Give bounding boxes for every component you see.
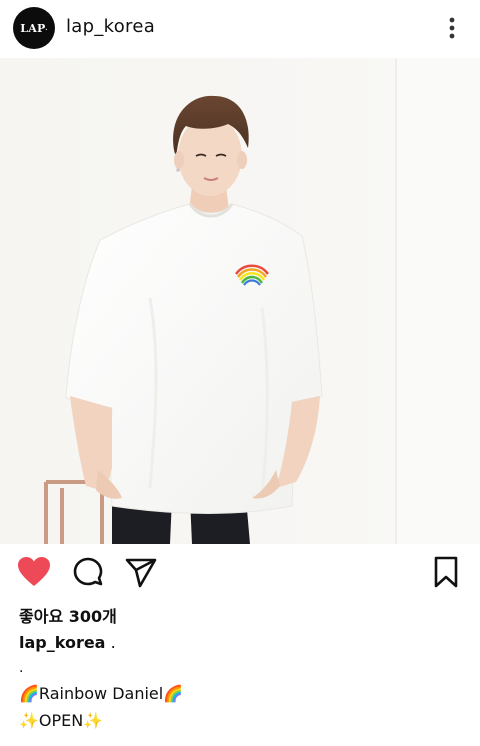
post-actions [0,544,480,600]
caption-first-line: lap_korea . [19,633,116,652]
avatar[interactable]: LAP. [13,7,55,49]
comment-icon[interactable] [72,557,104,589]
more-vertical-icon[interactable] [444,16,460,40]
heart-icon[interactable] [17,556,51,587]
caption-username[interactable]: lap_korea [19,633,105,652]
caption-line-rainbow: 🌈Rainbow Daniel🌈 [19,684,184,703]
post-photo[interactable] [0,58,480,544]
caption-first-line-text: . [105,633,116,652]
bookmark-icon[interactable] [433,556,459,588]
post-header: LAP. lap_korea [0,0,480,58]
post-username[interactable]: lap_korea [66,16,155,37]
post-photo-illustration [0,58,480,544]
likes-count[interactable]: 좋아요 300개 [19,603,117,627]
send-icon[interactable] [124,557,158,589]
caption-line-open: ✨OPEN✨ [19,711,104,730]
caption-dot-line: . [19,660,24,676]
avatar-logo-dot: . [45,24,48,32]
avatar-logo-text: LAP [20,21,46,35]
